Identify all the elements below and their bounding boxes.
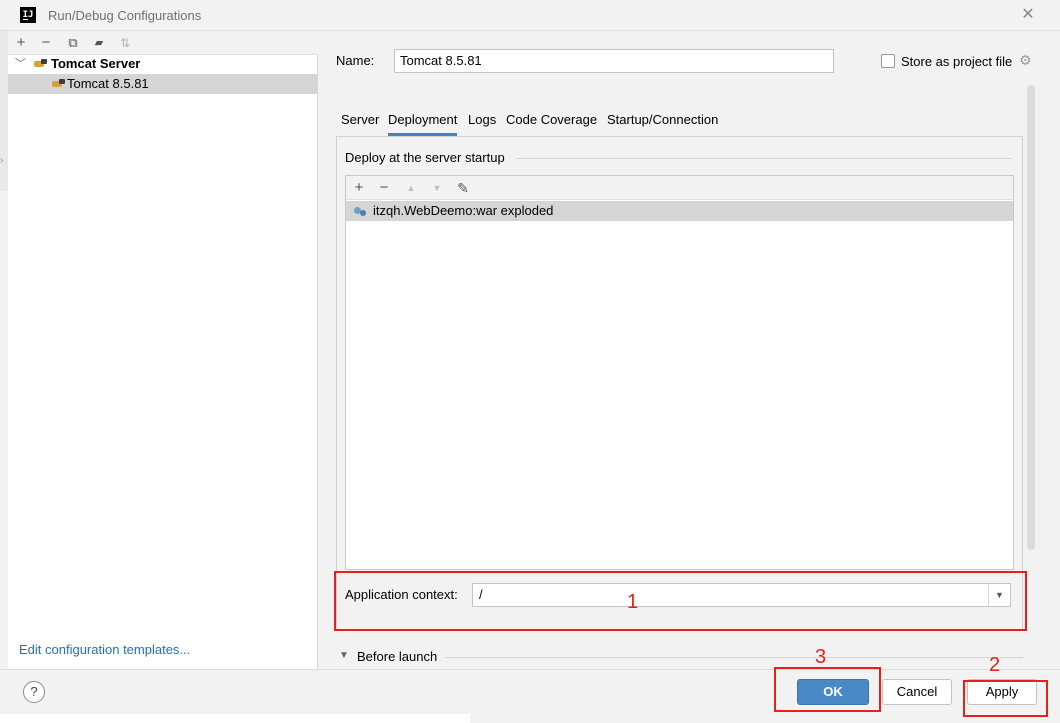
move-to-folder-icon[interactable]: ▰ (90, 34, 108, 52)
tomcat-icon (51, 79, 65, 89)
remove-icon[interactable]: − (375, 178, 393, 198)
section-divider (445, 657, 1023, 658)
copy-config-icon[interactable]: ⧉ (64, 34, 82, 52)
tree-item-tomcat-config[interactable]: Tomcat 8.5.81 (8, 74, 318, 94)
add-icon[interactable]: + (350, 178, 368, 198)
edit-templates-link[interactable]: Edit configuration templates... (19, 642, 190, 657)
tab-code-coverage[interactable]: Code Coverage (506, 108, 597, 136)
help-button[interactable]: ? (23, 681, 45, 703)
tab-server[interactable]: Server (341, 108, 379, 136)
background-strip (0, 714, 470, 723)
close-icon[interactable]: ✕ (1018, 5, 1038, 25)
expand-arrow-icon: › (0, 155, 4, 166)
list-item[interactable]: itzqh.WebDeemo:war exploded (346, 201, 1013, 221)
annotation-box-2 (963, 680, 1048, 717)
annotation-label-2: 2 (989, 654, 1001, 676)
name-field[interactable]: Tomcat 8.5.81 (394, 49, 834, 73)
tree-item-tomcat-server[interactable]: ﹀ Tomcat Server (8, 54, 318, 74)
tree-item-label: Tomcat 8.5.81 (67, 76, 149, 91)
move-up-icon[interactable]: ▲ (402, 178, 420, 198)
chevron-down-icon[interactable]: ﹀ (15, 54, 26, 74)
collapse-arrow-icon[interactable]: ▼ (339, 650, 349, 661)
store-project-label[interactable]: Store as project file (901, 54, 1012, 69)
configuration-tree-panel (8, 31, 318, 669)
tab-startup-connection[interactable]: Startup/Connection (607, 108, 718, 136)
annotation-box-3 (774, 667, 881, 712)
annotation-box-1 (334, 571, 1027, 631)
section-divider (516, 158, 1012, 159)
cancel-button[interactable]: Cancel (882, 679, 952, 705)
gear-icon[interactable]: ⚙ (1019, 52, 1032, 69)
add-config-icon[interactable]: + (12, 34, 30, 52)
intellij-icon: IJ (20, 7, 36, 23)
move-down-icon[interactable]: ▼ (428, 178, 446, 198)
artifact-list[interactable] (345, 175, 1014, 570)
remove-config-icon[interactable]: − (37, 34, 55, 52)
run-debug-dialog: IJ Run/Debug Configurations ✕ › + − ⧉ ▰ … (0, 0, 1060, 723)
tomcat-icon (33, 59, 47, 69)
vertical-scrollbar[interactable] (1027, 85, 1035, 550)
title-bar: IJ Run/Debug Configurations ✕ (0, 0, 1060, 31)
edit-icon[interactable]: ✎ (454, 178, 472, 198)
sort-icon[interactable]: ⇅ (116, 34, 134, 52)
tree-item-label: Tomcat Server (51, 56, 141, 71)
artifact-label: itzqh.WebDeemo:war exploded (373, 203, 554, 218)
tab-logs[interactable]: Logs (468, 108, 496, 136)
tree-toolbar: + − ⧉ ▰ ⇅ (8, 31, 318, 55)
annotation-label-1: 1 (627, 591, 639, 613)
before-launch-label[interactable]: Before launch (357, 649, 437, 664)
window-title: Run/Debug Configurations (48, 8, 202, 23)
artifact-list-toolbar: + − ▲ ▼ ✎ (346, 176, 1013, 200)
name-label: Name: (336, 53, 375, 68)
side-edge (0, 31, 8, 191)
tab-deployment[interactable]: Deployment (388, 108, 458, 136)
deploy-section-title: Deploy at the server startup (345, 150, 505, 165)
artifact-icon (354, 205, 366, 217)
annotation-label-3: 3 (815, 646, 827, 668)
store-project-checkbox[interactable] (881, 54, 895, 68)
